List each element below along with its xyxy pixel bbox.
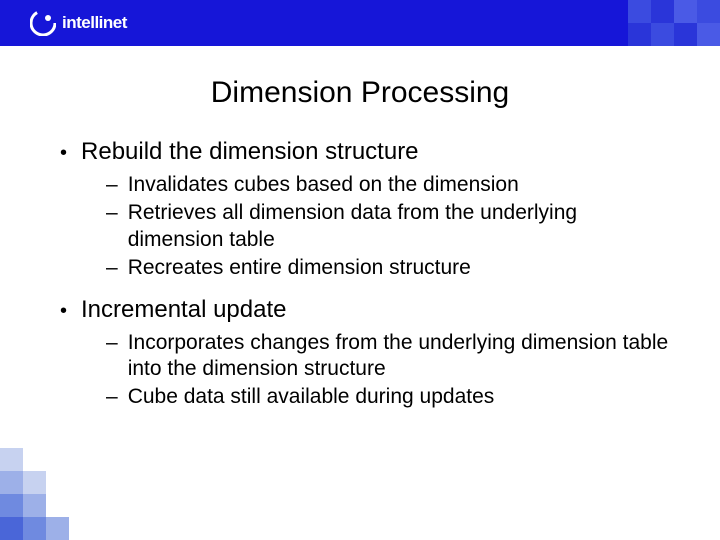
bullet-dot-icon: • — [60, 142, 67, 165]
bullet-level1: • Incremental update — [60, 296, 670, 324]
dash-icon: – — [106, 330, 118, 384]
bullet-level2: – Retrieves all dimension data from the … — [106, 200, 670, 254]
dash-icon: – — [106, 172, 118, 199]
bullet-level2: – Invalidates cubes based on the dimensi… — [106, 172, 670, 199]
sub-bullet-list: – Incorporates changes from the underlyi… — [106, 330, 670, 412]
dash-icon: – — [106, 255, 118, 282]
header-bar: intellinet — [0, 0, 720, 46]
bullet-dot-icon: • — [60, 300, 67, 323]
brand-name: intellinet — [62, 13, 127, 33]
sub-bullet-text: Recreates entire dimension structure — [128, 255, 670, 282]
bullet-level2: – Recreates entire dimension structure — [106, 255, 670, 282]
sub-bullet-text: Incorporates changes from the underlying… — [128, 330, 670, 384]
bullet-level2: – Cube data still available during updat… — [106, 384, 670, 411]
sub-bullet-list: – Invalidates cubes based on the dimensi… — [106, 172, 670, 282]
sub-bullet-text: Retrieves all dimension data from the un… — [128, 200, 670, 254]
sub-bullet-text: Cube data still available during updates — [128, 384, 670, 411]
logo-swirl-icon — [30, 10, 56, 36]
bullet-level1: • Rebuild the dimension structure — [60, 138, 670, 166]
bullet-level2: – Incorporates changes from the underlyi… — [106, 330, 670, 384]
bullet-text: Rebuild the dimension structure — [81, 138, 419, 166]
dash-icon: – — [106, 200, 118, 254]
decorative-squares-bottom-left — [0, 448, 69, 540]
dash-icon: – — [106, 384, 118, 411]
bullet-text: Incremental update — [81, 296, 286, 324]
slide-content: • Rebuild the dimension structure – Inva… — [0, 138, 720, 411]
brand-logo: intellinet — [30, 10, 127, 36]
decorative-squares-top-right — [628, 0, 720, 46]
sub-bullet-text: Invalidates cubes based on the dimension — [128, 172, 670, 199]
slide-title: Dimension Processing — [0, 76, 720, 110]
